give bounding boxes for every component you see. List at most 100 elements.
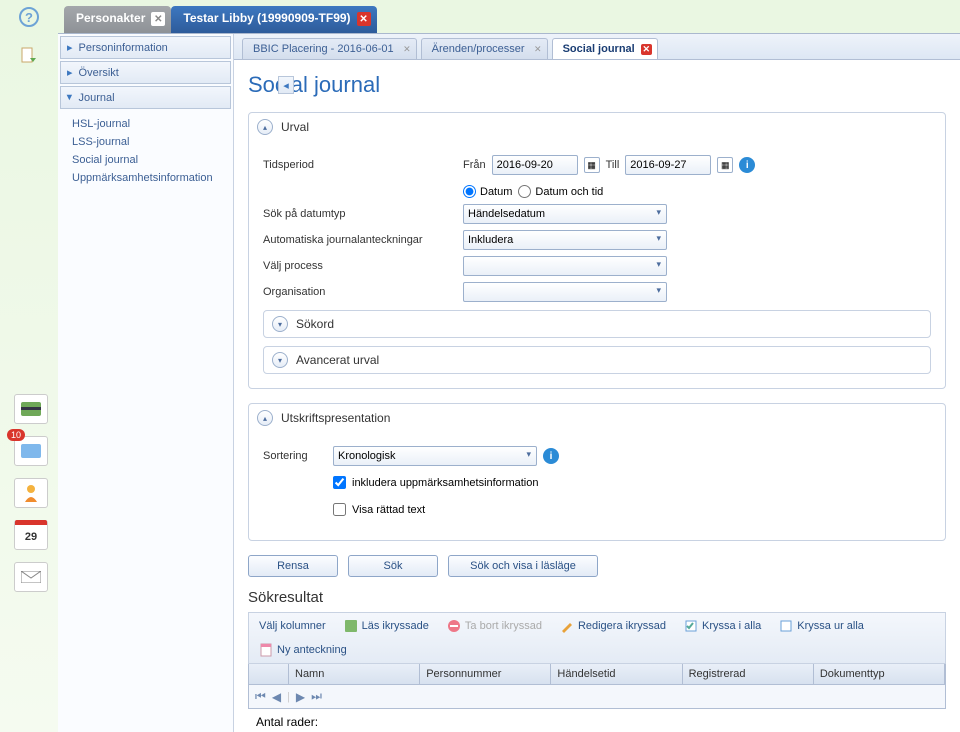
rail-app-card-3[interactable] [14,478,48,508]
subsection-title: Sökord [296,317,334,331]
tab-personakter[interactable]: Personakter ✕ [64,6,171,34]
close-icon[interactable]: ✕ [641,44,652,55]
pager-last-icon[interactable]: ⏭ [311,689,322,704]
tool-kryssa-ur[interactable]: Kryssa ur alla [773,617,870,635]
collapse-up-icon: ▴ [257,410,273,426]
subsection-sokord-head[interactable]: ▾ Sökord [264,311,930,337]
side-nav: ▸Personinformation ▸ Översikt ▸Journal HS… [58,34,234,732]
nav-lss-journal[interactable]: LSS-journal [72,133,233,151]
content-tabs: BBIC Placering - 2016-06-01 ✕ Ärenden/pro… [234,34,960,60]
tool-redigera[interactable]: Redigera ikryssad [554,617,672,635]
left-rail: ? 10 29 [0,0,58,732]
section-utskrift-body: Sortering Kronologisk i inkludera uppmär… [249,432,945,540]
nav-journal-sub: HSL-journal LSS-journal Social journal U… [58,111,233,191]
col-personnummer[interactable]: Personnummer [420,664,551,684]
document-export-icon[interactable] [18,46,40,68]
input-till-date[interactable] [625,155,711,175]
tab-person-active[interactable]: Testar Libby (19990909-TF99) ✕ [171,6,376,34]
remove-icon [447,619,461,633]
ctab-label: Social journal [563,43,635,55]
help-icon[interactable]: ? [18,6,40,28]
notification-badge: 10 [7,429,25,441]
col-dokumenttyp[interactable]: Dokumenttyp [814,664,945,684]
col-registrerad[interactable]: Registrerad [683,664,814,684]
top-tabs: Personakter ✕ Testar Libby (19990909-TF9… [64,6,377,34]
radio-datum[interactable]: Datum [463,185,512,198]
rail-app-card-mail[interactable] [14,562,48,592]
content: BBIC Placering - 2016-06-01 ✕ Ärenden/pro… [234,34,960,732]
tool-las-ikryssade[interactable]: Läs ikryssade [338,617,435,635]
page-title: Social journal [248,72,946,98]
select-datumtyp[interactable]: Händelsedatum [463,204,667,224]
tool-ny-anteckning[interactable]: Ny anteckning [253,641,353,659]
nav-hsl-journal[interactable]: HSL-journal [72,115,233,133]
ctab-label: Ärenden/processer [432,43,525,55]
ctab-social-journal[interactable]: Social journal ✕ [552,38,658,59]
checkbox-uppmarksamhet[interactable]: inkludera uppmärksamhetsinformation [333,476,538,489]
col-handelsetid[interactable]: Händelsetid [551,664,682,684]
calendar-day: 29 [25,531,37,543]
calendar-icon[interactable]: ▦ [717,157,733,173]
nav-uppmarksamhet[interactable]: Uppmärksamhetsinformation [72,169,233,187]
label-fran: Från [463,159,486,171]
subsection-avancerat-head[interactable]: ▾ Avancerat urval [264,347,930,373]
info-icon[interactable]: i [739,157,755,173]
label-tidsperiod: Tidsperiod [263,159,463,171]
results-toolbar: Välj kolumner Läs ikryssade Ta bort ikry… [248,612,946,664]
close-icon[interactable]: ✕ [403,44,411,55]
tab-label: Personakter [76,11,145,25]
sok-button[interactable]: Sök [348,555,438,577]
radio-datum-tid[interactable]: Datum och tid [518,185,603,198]
nav-label: Översikt [79,67,119,79]
rensa-button[interactable]: Rensa [248,555,338,577]
nav-journal[interactable]: ▸Journal [60,86,231,109]
ctab-arenden[interactable]: Ärenden/processer ✕ [421,38,548,59]
folder-blue-icon [21,444,41,458]
label-sortering: Sortering [263,450,333,462]
nav-personinformation[interactable]: ▸Personinformation [60,36,231,59]
results-title: Sökresultat [248,589,946,606]
rail-app-card-2[interactable]: 10 [14,436,48,466]
nav-social-journal[interactable]: Social journal [72,151,233,169]
row-organisation: Organisation [263,282,931,302]
section-utskrift-head[interactable]: ▴ Utskriftspresentation [249,404,945,432]
uncheck-all-icon [779,619,793,633]
work-area: ▸Personinformation ▸ Översikt ▸Journal HS… [58,33,960,732]
row-count: Antal rader: [248,709,946,732]
select-sortering[interactable]: Kronologisk [333,446,537,466]
book-icon [344,619,358,633]
sok-laslage-button[interactable]: Sök och visa i läsläge [448,555,598,577]
nav-oversikt[interactable]: ▸ Översikt [60,61,231,84]
tool-kryssa-alla[interactable]: Kryssa i alla [678,617,767,635]
rail-app-card-calendar[interactable]: 29 [14,520,48,550]
col-namn[interactable]: Namn [289,664,420,684]
section-urval-head[interactable]: ▴ Urval [249,113,945,141]
rail-app-card-1[interactable] [14,394,48,424]
input-fran-date[interactable] [492,155,578,175]
checkbox-rattad[interactable]: Visa rättad text [333,503,425,516]
select-organisation[interactable] [463,282,667,302]
select-auto[interactable]: Inkludera [463,230,667,250]
select-process[interactable] [463,256,667,276]
row-tidsperiod: Tidsperiod Från ▦ Till ▦ i [263,155,931,175]
check-all-icon [684,619,698,633]
calendar-icon[interactable]: ▦ [584,157,600,173]
info-icon[interactable]: i [543,448,559,464]
tool-valj-kolumner[interactable]: Välj kolumner [253,617,332,635]
close-icon[interactable]: ✕ [151,12,165,26]
ctab-bbic[interactable]: BBIC Placering - 2016-06-01 ✕ [242,38,417,59]
pager-next-icon[interactable]: ▶ [296,690,305,704]
chevron-right-icon: ▸ [67,66,73,79]
collapse-up-icon: ▴ [257,119,273,135]
ctab-label: BBIC Placering - 2016-06-01 [253,43,394,55]
subsection-avancerat: ▾ Avancerat urval [263,346,931,374]
card-green-icon [21,402,41,416]
new-note-icon [259,643,273,657]
row-process: Välj process [263,256,931,276]
close-icon[interactable]: ✕ [357,12,371,26]
nav-collapse-button[interactable]: ◂ [278,76,294,94]
pager-prev-icon[interactable]: ◀ [272,690,281,704]
pager-first-icon[interactable]: ⏮ [255,689,266,704]
close-icon[interactable]: ✕ [534,44,542,55]
row-sok-datumtyp: Sök på datumtyp Händelsedatum [263,204,931,224]
